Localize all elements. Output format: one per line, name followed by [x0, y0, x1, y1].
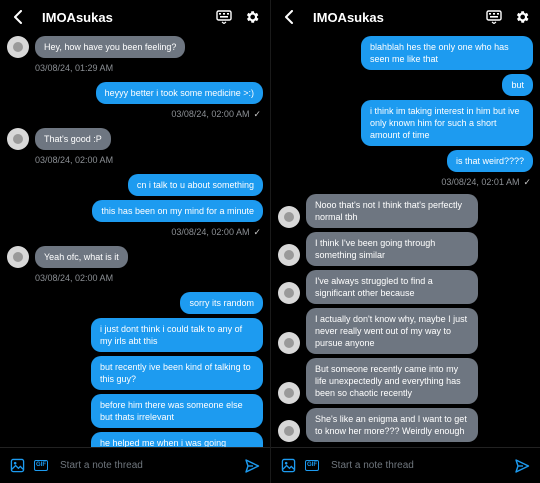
conversation-title[interactable]: IMOAsukas [313, 10, 476, 25]
left-pane: IMOAsukas Hey, how have you been feeling… [0, 0, 270, 483]
timestamp-text: 03/08/24, 02:00 AM [35, 155, 114, 165]
outgoing-message[interactable]: blahblah hes the only one who has seen m… [271, 36, 540, 70]
message-thread[interactable]: Hey, how have you been feeling? 03/08/24,… [0, 34, 270, 447]
avatar[interactable] [7, 128, 29, 150]
incoming-message[interactable]: Hey, how have you been feeling? [0, 36, 270, 58]
gif-icon[interactable]: GIF [32, 457, 50, 475]
message-bubble[interactable]: She's like an enigma and I want to get t… [306, 408, 478, 442]
message-bubble[interactable]: i just dont think i could talk to any of… [91, 318, 263, 352]
message-bubble[interactable]: he helped me when i was going through so… [91, 432, 263, 447]
send-icon[interactable] [512, 456, 532, 476]
outgoing-message[interactable]: sorry its random [0, 292, 270, 314]
avatar[interactable] [7, 246, 29, 268]
timestamp-text: 03/08/24, 01:29 AM [35, 63, 114, 73]
message-bubble[interactable]: I actually don't know why, maybe I just … [306, 308, 478, 354]
message-bubble[interactable]: but [502, 74, 533, 96]
incoming-message[interactable]: She's like an enigma and I want to get t… [271, 408, 540, 442]
gif-label: GIF [305, 460, 319, 471]
incoming-message[interactable]: That's good :P [0, 128, 270, 150]
message-bubble[interactable]: I think I've been going through somethin… [306, 232, 478, 266]
outgoing-message[interactable]: i think im taking interest in him but iv… [271, 100, 540, 146]
incoming-message[interactable]: But someone recently came into my life u… [271, 358, 540, 404]
timestamp-text: 03/08/24, 02:00 AM [35, 273, 114, 283]
message-bubble[interactable]: Hey, how have you been feeling? [35, 36, 186, 58]
message-bubble[interactable]: But someone recently came into my life u… [306, 358, 478, 404]
avatar[interactable] [7, 36, 29, 58]
avatar[interactable] [278, 206, 300, 228]
incoming-message[interactable]: I actually don't know why, maybe I just … [271, 308, 540, 354]
image-icon[interactable] [279, 457, 297, 475]
message-bubble[interactable]: Yeah ofc, what is it [35, 246, 128, 268]
message-bubble[interactable]: cn i talk to u about something [127, 174, 263, 196]
outgoing-message[interactable]: i just dont think i could talk to any of… [0, 318, 270, 352]
outgoing-message[interactable]: is that weird???? [271, 150, 540, 172]
message-timestamp: 03/08/24, 01:29 AM [0, 62, 270, 74]
message-bubble[interactable]: I've always struggled to find a signific… [306, 270, 478, 304]
message-bubble[interactable]: before him there was someone else but th… [91, 394, 263, 428]
gear-icon[interactable] [512, 7, 532, 27]
message-timestamp: 03/08/24, 02:00 AM [0, 272, 270, 284]
avatar[interactable] [278, 282, 300, 304]
outgoing-message[interactable]: before him there was someone else but th… [0, 394, 270, 428]
header-bar: IMOAsukas [0, 0, 270, 34]
message-timestamp: 03/08/24, 02:01 AM ✓ [271, 176, 540, 188]
message-bubble[interactable]: Nooo that's not I think that's perfectly… [306, 194, 478, 228]
message-bubble[interactable]: That's good :P [35, 128, 111, 150]
read-check-icon: ✓ [523, 177, 531, 187]
composer-bar: GIF Start a note thread [0, 447, 270, 483]
image-icon[interactable] [8, 457, 26, 475]
message-timestamp: 03/08/24, 02:00 AM ✓ [0, 108, 270, 120]
message-bubble[interactable]: this has been on my mind for a minute [92, 200, 263, 222]
right-pane: IMOAsukas blahblah hes the only one who … [270, 0, 540, 483]
message-bubble[interactable]: heyyy better i took some medicine >:) [95, 82, 263, 104]
message-bubble[interactable]: blahblah hes the only one who has seen m… [361, 36, 533, 70]
incoming-message[interactable]: Nooo that's not I think that's perfectly… [271, 194, 540, 228]
composer-bar: GIF Start a note thread [271, 447, 540, 483]
avatar[interactable] [278, 382, 300, 404]
avatar[interactable] [278, 332, 300, 354]
timestamp-text: 03/08/24, 02:01 AM [441, 177, 520, 187]
gif-icon[interactable]: GIF [303, 457, 321, 475]
incoming-message[interactable]: I've always struggled to find a signific… [271, 270, 540, 304]
back-icon[interactable] [8, 7, 28, 27]
message-bubble[interactable]: is that weird???? [446, 150, 533, 172]
incoming-message[interactable]: Yeah ofc, what is it [0, 246, 270, 268]
gif-label: GIF [34, 460, 48, 471]
split-screenshot: IMOAsukas Hey, how have you been feeling… [0, 0, 540, 483]
timestamp-text: 03/08/24, 02:00 AM [171, 227, 250, 237]
gear-icon[interactable] [242, 7, 262, 27]
message-bubble[interactable]: sorry its random [180, 292, 263, 314]
conversation-title[interactable]: IMOAsukas [42, 10, 206, 25]
message-timestamp: 03/08/24, 02:00 AM [0, 154, 270, 166]
outgoing-message[interactable]: but recently ive been kind of talking to… [0, 356, 270, 390]
outgoing-message[interactable]: cn i talk to u about something [0, 174, 270, 196]
keyboard-icon[interactable] [214, 7, 234, 27]
header-bar: IMOAsukas [271, 0, 540, 34]
keyboard-icon[interactable] [484, 7, 504, 27]
message-timestamp: 03/08/24, 02:00 AM ✓ [0, 226, 270, 238]
avatar[interactable] [278, 244, 300, 266]
back-icon[interactable] [279, 7, 299, 27]
message-thread[interactable]: blahblah hes the only one who has seen m… [271, 34, 540, 447]
outgoing-message[interactable]: he helped me when i was going through so… [0, 432, 270, 447]
note-thread-input[interactable]: Start a note thread [60, 460, 242, 471]
outgoing-message[interactable]: but [271, 74, 540, 96]
read-check-icon: ✓ [253, 227, 261, 237]
send-icon[interactable] [242, 456, 262, 476]
outgoing-message[interactable]: this has been on my mind for a minute [0, 200, 270, 222]
avatar[interactable] [278, 420, 300, 442]
message-bubble[interactable]: i think im taking interest in him but iv… [361, 100, 533, 146]
note-thread-input[interactable]: Start a note thread [331, 460, 512, 471]
timestamp-text: 03/08/24, 02:00 AM [171, 109, 250, 119]
incoming-message[interactable]: I think I've been going through somethin… [271, 232, 540, 266]
read-check-icon: ✓ [253, 109, 261, 119]
message-bubble[interactable]: but recently ive been kind of talking to… [91, 356, 263, 390]
outgoing-message[interactable]: heyyy better i took some medicine >:) [0, 82, 270, 104]
